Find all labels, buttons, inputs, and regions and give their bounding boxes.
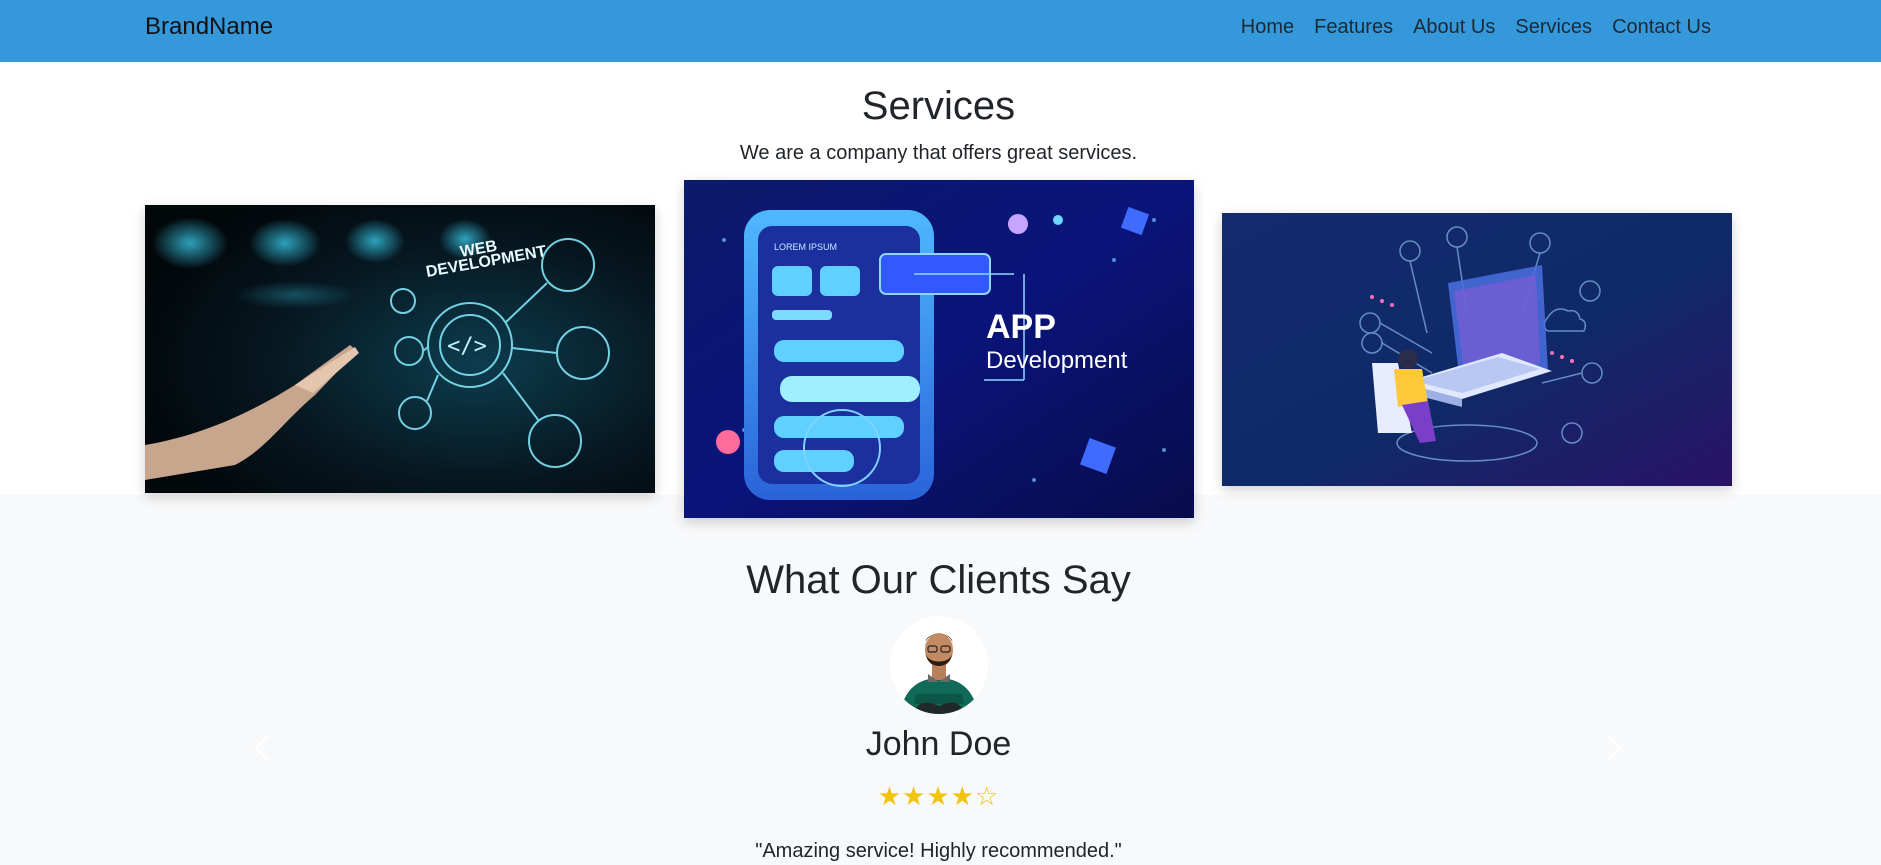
rating-stars: ★★★★☆ (877, 781, 1000, 811)
brand-logo[interactable]: BrandName (145, 13, 273, 41)
carousel-prev-button[interactable] (244, 728, 284, 768)
client-quote: "Amazing service! Highly recommended." (755, 840, 1122, 862)
carousel-next-button[interactable] (1592, 728, 1632, 768)
nav-link-services[interactable]: Services (1505, 14, 1602, 40)
app-image-caption-2: Development (986, 347, 1128, 374)
nav-link-about-us[interactable]: About Us (1403, 14, 1505, 40)
service-card-web-development[interactable]: </> WEB DEVELOPMENT (145, 205, 655, 493)
testimonials-title: What Our Clients Say (746, 558, 1131, 602)
chevron-left-icon (254, 735, 269, 761)
services-subtitle: We are a company that offers great servi… (739, 142, 1138, 164)
nav-link-contact-us[interactable]: Contact Us (1602, 14, 1721, 40)
app-development-image: LOREM IPSUM APP Development (684, 180, 1194, 518)
client-avatar (890, 616, 988, 714)
svg-text:</>: </> (447, 334, 487, 359)
chevron-right-icon (1607, 735, 1622, 761)
service-card-it-solutions[interactable] (1222, 213, 1732, 486)
app-image-caption-1: APP (986, 308, 1056, 346)
nav-link-home[interactable]: Home (1231, 14, 1304, 40)
laptop-network-image (1222, 213, 1732, 486)
navbar: BrandName Home Features About Us Service… (0, 0, 1881, 62)
services-title: Services (861, 84, 1016, 128)
nav-links: Home Features About Us Services Contact … (1231, 14, 1721, 40)
service-card-app-development[interactable]: LOREM IPSUM APP Development (684, 180, 1194, 518)
web-development-image: </> WEB DEVELOPMENT (145, 205, 655, 493)
nav-link-features[interactable]: Features (1304, 14, 1403, 40)
app-screen-text: LOREM IPSUM (774, 242, 837, 252)
